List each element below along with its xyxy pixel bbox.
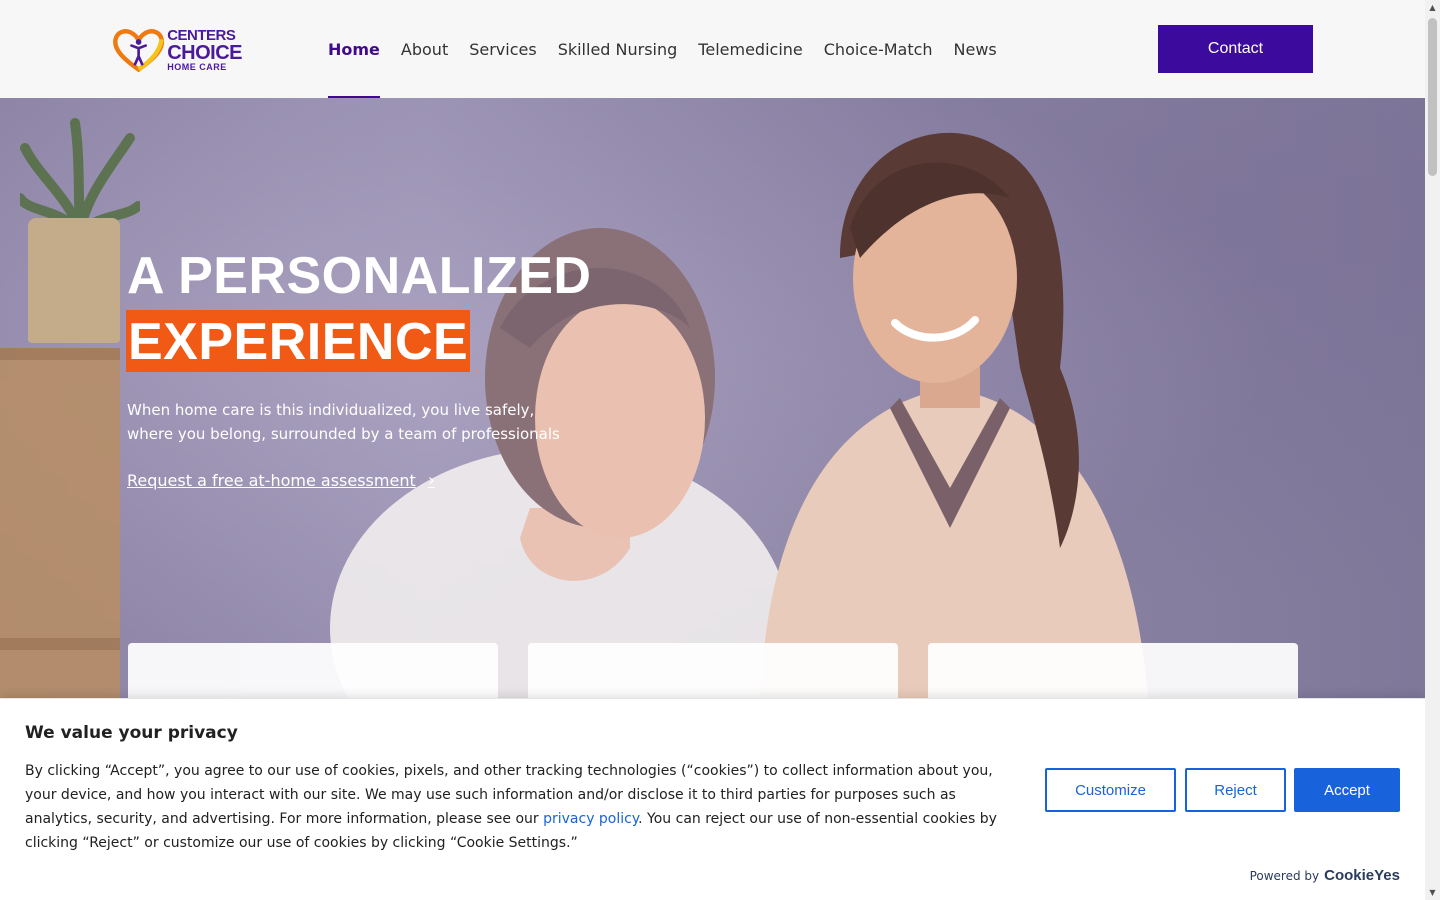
nav-choice-match[interactable]: Choice-Match xyxy=(824,0,933,98)
hero-title: A PERSONALIZED EXPERIENCE xyxy=(126,246,592,372)
cookieyes-logo[interactable]: CookieYes xyxy=(1324,867,1400,884)
main-nav: Home About Services Skilled Nursing Tele… xyxy=(328,0,1018,98)
logo-line-2: CHOICE xyxy=(167,42,242,64)
free-assessment-link-label: Request a free at-home assessment xyxy=(127,471,416,490)
logo[interactable]: CENTERS CHOICE HOME CARE xyxy=(112,24,242,76)
scroll-down-arrow-icon[interactable]: ▼ xyxy=(1425,885,1440,900)
heart-logo-icon xyxy=(113,29,165,73)
logo-line-1: CENTERS xyxy=(167,27,236,44)
scrollbar-thumb[interactable] xyxy=(1428,18,1437,176)
nav-telemedicine[interactable]: Telemedicine xyxy=(698,0,802,98)
contact-button[interactable]: Contact xyxy=(1158,25,1313,73)
nurse-illustration xyxy=(760,132,1149,708)
cookie-title: We value your privacy xyxy=(25,723,238,743)
nav-home[interactable]: Home xyxy=(328,0,380,98)
site-header: CENTERS CHOICE HOME CARE Home About Serv… xyxy=(0,0,1425,98)
chevron-right-icon: › xyxy=(427,470,435,491)
page-scrollbar[interactable]: ▲ ▼ xyxy=(1425,0,1440,900)
logo-line-3: HOME CARE xyxy=(167,62,227,72)
shelf-board xyxy=(0,638,120,650)
plant-pot xyxy=(28,218,120,343)
nav-services[interactable]: Services xyxy=(469,0,536,98)
powered-by: Powered by CookieYes xyxy=(1250,867,1400,884)
nav-skilled-nursing[interactable]: Skilled Nursing xyxy=(558,0,678,98)
nav-news[interactable]: News xyxy=(954,0,997,98)
privacy-policy-link[interactable]: privacy policy xyxy=(543,811,638,827)
wooden-shelf xyxy=(0,348,120,708)
hero-title-highlight: EXPERIENCE xyxy=(126,310,471,372)
cookie-description: By clicking “Accept”, you agree to our u… xyxy=(25,759,1015,855)
hero-subtitle: When home care is this individualized, y… xyxy=(127,401,560,443)
nav-about[interactable]: About xyxy=(401,0,448,98)
accept-button[interactable]: Accept xyxy=(1294,768,1400,812)
scroll-up-arrow-icon[interactable]: ▲ xyxy=(1425,0,1440,15)
shelf-board xyxy=(0,348,120,360)
customize-button[interactable]: Customize xyxy=(1045,768,1176,812)
hero-section: A PERSONALIZED EXPERIENCE When home care… xyxy=(0,98,1425,708)
logo-text: CENTERS CHOICE HOME CARE xyxy=(167,28,242,72)
hero-title-line-1: A PERSONALIZED xyxy=(127,247,592,305)
reject-button[interactable]: Reject xyxy=(1185,768,1286,812)
cookie-consent-banner: We value your privacy By clicking “Accep… xyxy=(0,698,1425,900)
free-assessment-link[interactable]: Request a free at-home assessment › xyxy=(127,470,435,491)
powered-by-label: Powered by xyxy=(1249,869,1320,883)
